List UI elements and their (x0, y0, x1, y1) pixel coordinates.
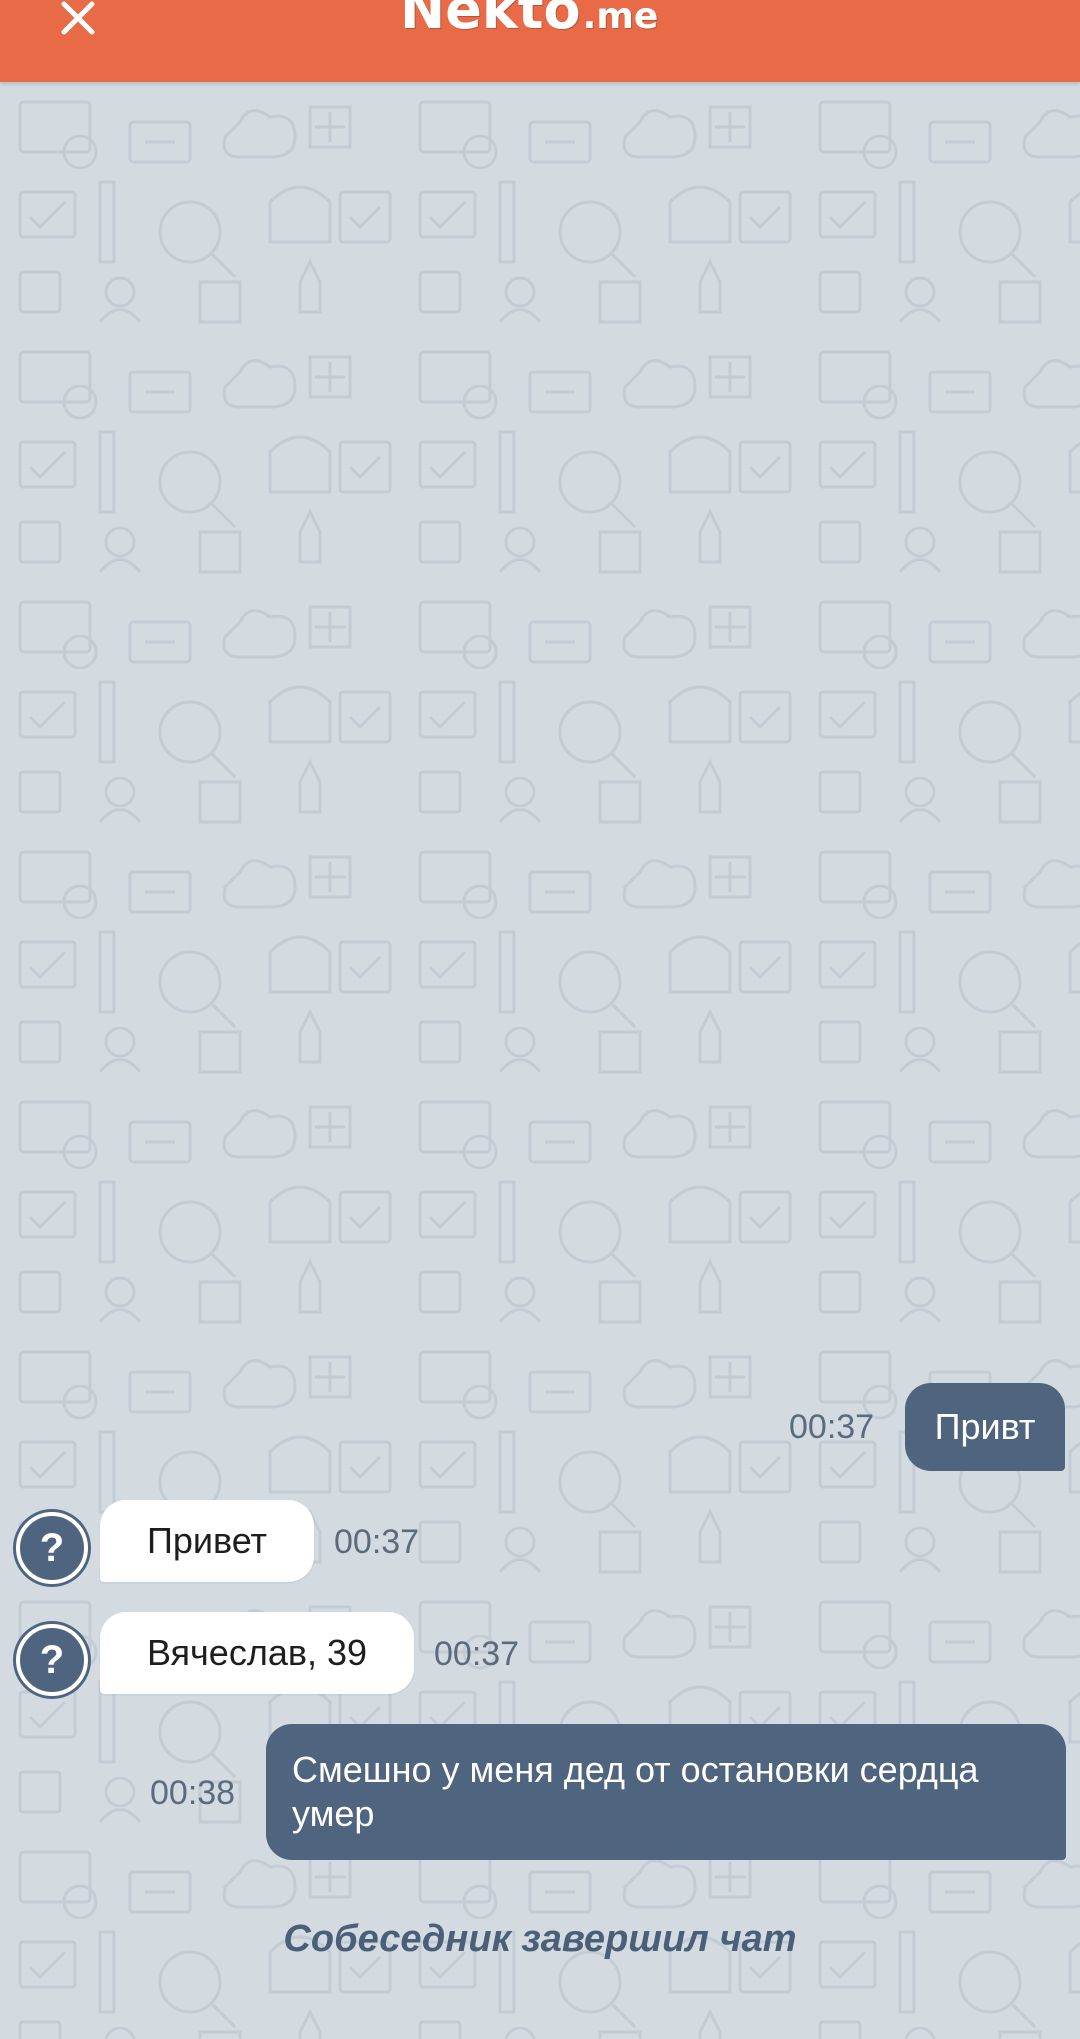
message-time: 00:37 (434, 1635, 520, 1673)
app-logo: Nekto .me (400, 0, 700, 41)
outgoing-message[interactable]: Привт (905, 1383, 1065, 1471)
close-icon (61, 1, 95, 35)
stranger-avatar: ? (16, 1624, 88, 1696)
message-time: 00:37 (334, 1523, 420, 1561)
stranger-avatar: ? (16, 1512, 88, 1584)
app-header: Nekto .me (0, 0, 1080, 82)
close-button[interactable] (50, 0, 106, 46)
message-text: Привет (146, 1520, 268, 1561)
logo-suffix: .me (582, 0, 659, 37)
message-time: 00:37 (789, 1408, 875, 1446)
incoming-message[interactable]: Вячеслав, 39 (100, 1612, 414, 1694)
message-text: Смешно у меня дед от остановки сердца ум… (292, 1749, 979, 1834)
logo-main: Nekto (400, 0, 581, 41)
chat-ended-notice: Собеседник завершил чат (283, 1918, 797, 1960)
outgoing-message[interactable]: Смешно у меня дед от остановки сердца ум… (266, 1724, 1066, 1860)
message-time: 00:38 (150, 1774, 236, 1812)
message-text: Привт (934, 1406, 1036, 1447)
message-text: Вячеслав, 39 (146, 1632, 368, 1673)
incoming-message[interactable]: Привет (100, 1500, 314, 1582)
